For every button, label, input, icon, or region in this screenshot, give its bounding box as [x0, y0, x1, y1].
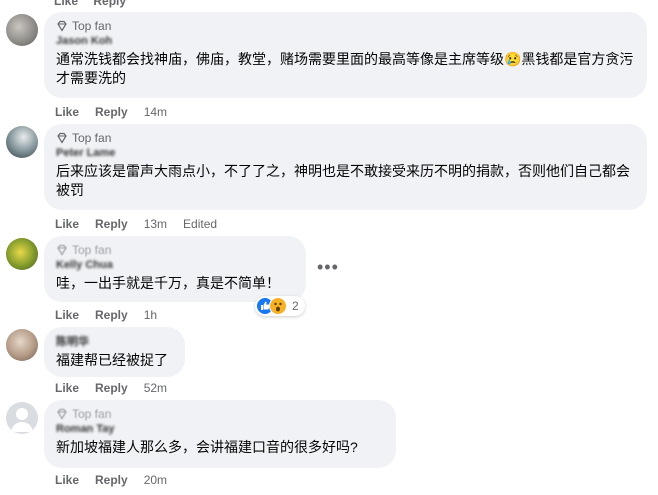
comment-text: 通常洗钱都会找神庙，佛庙，教堂，赌场需要里面的最高等像是主席等级😢黑钱都是官方贪…	[56, 51, 634, 86]
like-button[interactable]: Like	[55, 217, 79, 231]
reply-button[interactable]: Reply	[93, 0, 126, 8]
reply-button[interactable]: Reply	[95, 381, 128, 395]
timestamp[interactable]: 52m	[144, 381, 167, 395]
wow-reaction-icon	[269, 297, 287, 315]
comment-bubble: 陈明华 福建帮已经被捉了	[44, 327, 185, 377]
like-button[interactable]: Like	[55, 381, 79, 395]
comment-author[interactable]: 陈明华	[56, 335, 173, 350]
timestamp[interactable]: 14m	[144, 105, 167, 119]
more-options-icon[interactable]: •••	[317, 258, 339, 276]
reply-button[interactable]: Reply	[95, 217, 128, 231]
comment-bubble: Top fan Roman Tay 新加坡福建人那么多，会讲福建口音的很多好吗?	[44, 400, 396, 468]
timestamp[interactable]: 13m	[144, 217, 167, 231]
avatar[interactable]	[6, 14, 38, 46]
default-avatar-icon	[11, 408, 33, 432]
avatar[interactable]	[6, 329, 38, 361]
reply-button[interactable]: Reply	[95, 473, 128, 487]
comment-bubble: Top fan Jason Koh 通常洗钱都会找神庙，佛庙，教堂，赌场需要里面…	[44, 12, 647, 98]
comment-author[interactable]: Peter Lame	[56, 146, 635, 161]
reaction-count: 2	[292, 299, 299, 313]
comment-actions: Like Reply 13m Edited	[55, 217, 217, 231]
like-button[interactable]: Like	[55, 105, 79, 119]
comment-text: 哇，一出手就是千万，真是不简单！	[56, 275, 280, 291]
top-fan-badge: Top fan	[56, 19, 635, 33]
comment-actions: Like Reply 1h	[55, 308, 157, 322]
edited-label[interactable]: Edited	[183, 217, 217, 231]
comment-actions: Like Reply 14m	[55, 105, 167, 119]
clipped-actions: Like Reply	[54, 0, 138, 8]
timestamp[interactable]: 1h	[144, 308, 157, 322]
diamond-icon	[57, 244, 67, 256]
diamond-icon	[57, 408, 67, 420]
diamond-icon	[57, 20, 67, 32]
comment-text: 新加坡福建人那么多，会讲福建口音的很多好吗?	[56, 439, 358, 455]
like-button[interactable]: Like	[54, 0, 78, 8]
reaction-summary[interactable]: 2	[255, 296, 305, 316]
diamond-icon	[57, 132, 67, 144]
comment-author[interactable]: Jason Koh	[56, 34, 635, 49]
top-fan-badge: Top fan	[56, 407, 384, 421]
avatar[interactable]	[6, 402, 38, 434]
comment-author[interactable]: Roman Tay	[56, 422, 384, 437]
like-button[interactable]: Like	[55, 308, 79, 322]
comment-bubble: Top fan Peter Lame 后来应该是雷声大雨点小，不了了之，神明也是…	[44, 124, 647, 210]
comment-actions: Like Reply 20m	[55, 473, 167, 487]
comment-text: 后来应该是雷声大雨点小，不了了之，神明也是不敢接受来历不明的捐款，否则他们自己都…	[56, 163, 630, 198]
comment-actions: Like Reply 52m	[55, 381, 167, 395]
comment-bubble: Top fan Kelly Chua 哇，一出手就是千万，真是不简单！	[44, 236, 306, 302]
reply-button[interactable]: Reply	[95, 308, 128, 322]
avatar[interactable]	[6, 238, 38, 270]
comment-author[interactable]: Kelly Chua	[56, 258, 294, 273]
like-button[interactable]: Like	[55, 473, 79, 487]
comment-text: 福建帮已经被捉了	[56, 352, 168, 368]
top-fan-badge: Top fan	[56, 243, 294, 257]
timestamp[interactable]: 20m	[144, 473, 167, 487]
avatar[interactable]	[6, 126, 38, 158]
top-fan-badge: Top fan	[56, 131, 635, 145]
reply-button[interactable]: Reply	[95, 105, 128, 119]
